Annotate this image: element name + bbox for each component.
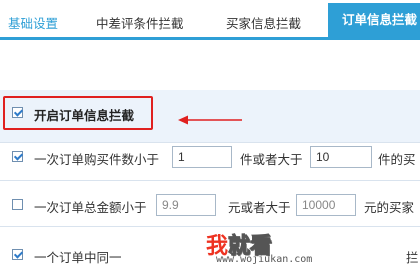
tab-basic-settings[interactable]: 基础设置 — [8, 13, 58, 32]
quantity-suffix-label: 件的买 — [378, 153, 416, 167]
watermark-url: www.wojiukan.com — [216, 254, 313, 265]
divider — [0, 142, 420, 143]
annotation-highlight-box — [3, 96, 153, 130]
same-item-label: 一个订单中同一 — [34, 251, 122, 265]
tab-bad-review-filter[interactable]: 中差评条件拦截 — [96, 13, 184, 32]
amount-suffix-label: 元的买家 — [364, 201, 415, 215]
quantity-checkbox[interactable] — [12, 151, 23, 162]
quantity-max-input[interactable]: 10 — [310, 146, 372, 168]
divider — [0, 180, 420, 181]
amount-min-input[interactable]: 9.9 — [156, 194, 216, 216]
same-item-checkbox[interactable] — [12, 249, 23, 260]
amount-max-input[interactable]: 10000 — [296, 194, 356, 216]
amount-checkbox[interactable] — [12, 199, 23, 210]
same-item-trailing-label: 拦 — [406, 251, 419, 265]
tab-buyer-info-filter[interactable]: 买家信息拦截 — [226, 13, 301, 32]
divider — [0, 226, 420, 227]
quantity-prefix-label: 一次订单购买件数小于 — [34, 153, 160, 167]
annotation-arrow-icon — [178, 115, 242, 125]
tab-order-info-filter[interactable]: 订单信息拦截 — [328, 3, 420, 37]
amount-middle-label: 元或者大于 — [228, 201, 291, 215]
watermark-logo: 我就看 www.wojiukan.com — [206, 228, 334, 276]
amount-prefix-label: 一次订单总金额小于 — [34, 201, 147, 215]
quantity-middle-label: 件或者大于 — [240, 153, 303, 167]
quantity-min-input[interactable]: 1 — [172, 146, 232, 168]
tab-bar: 基础设置 中差评条件拦截 买家信息拦截 订单信息拦截 — [0, 0, 420, 40]
